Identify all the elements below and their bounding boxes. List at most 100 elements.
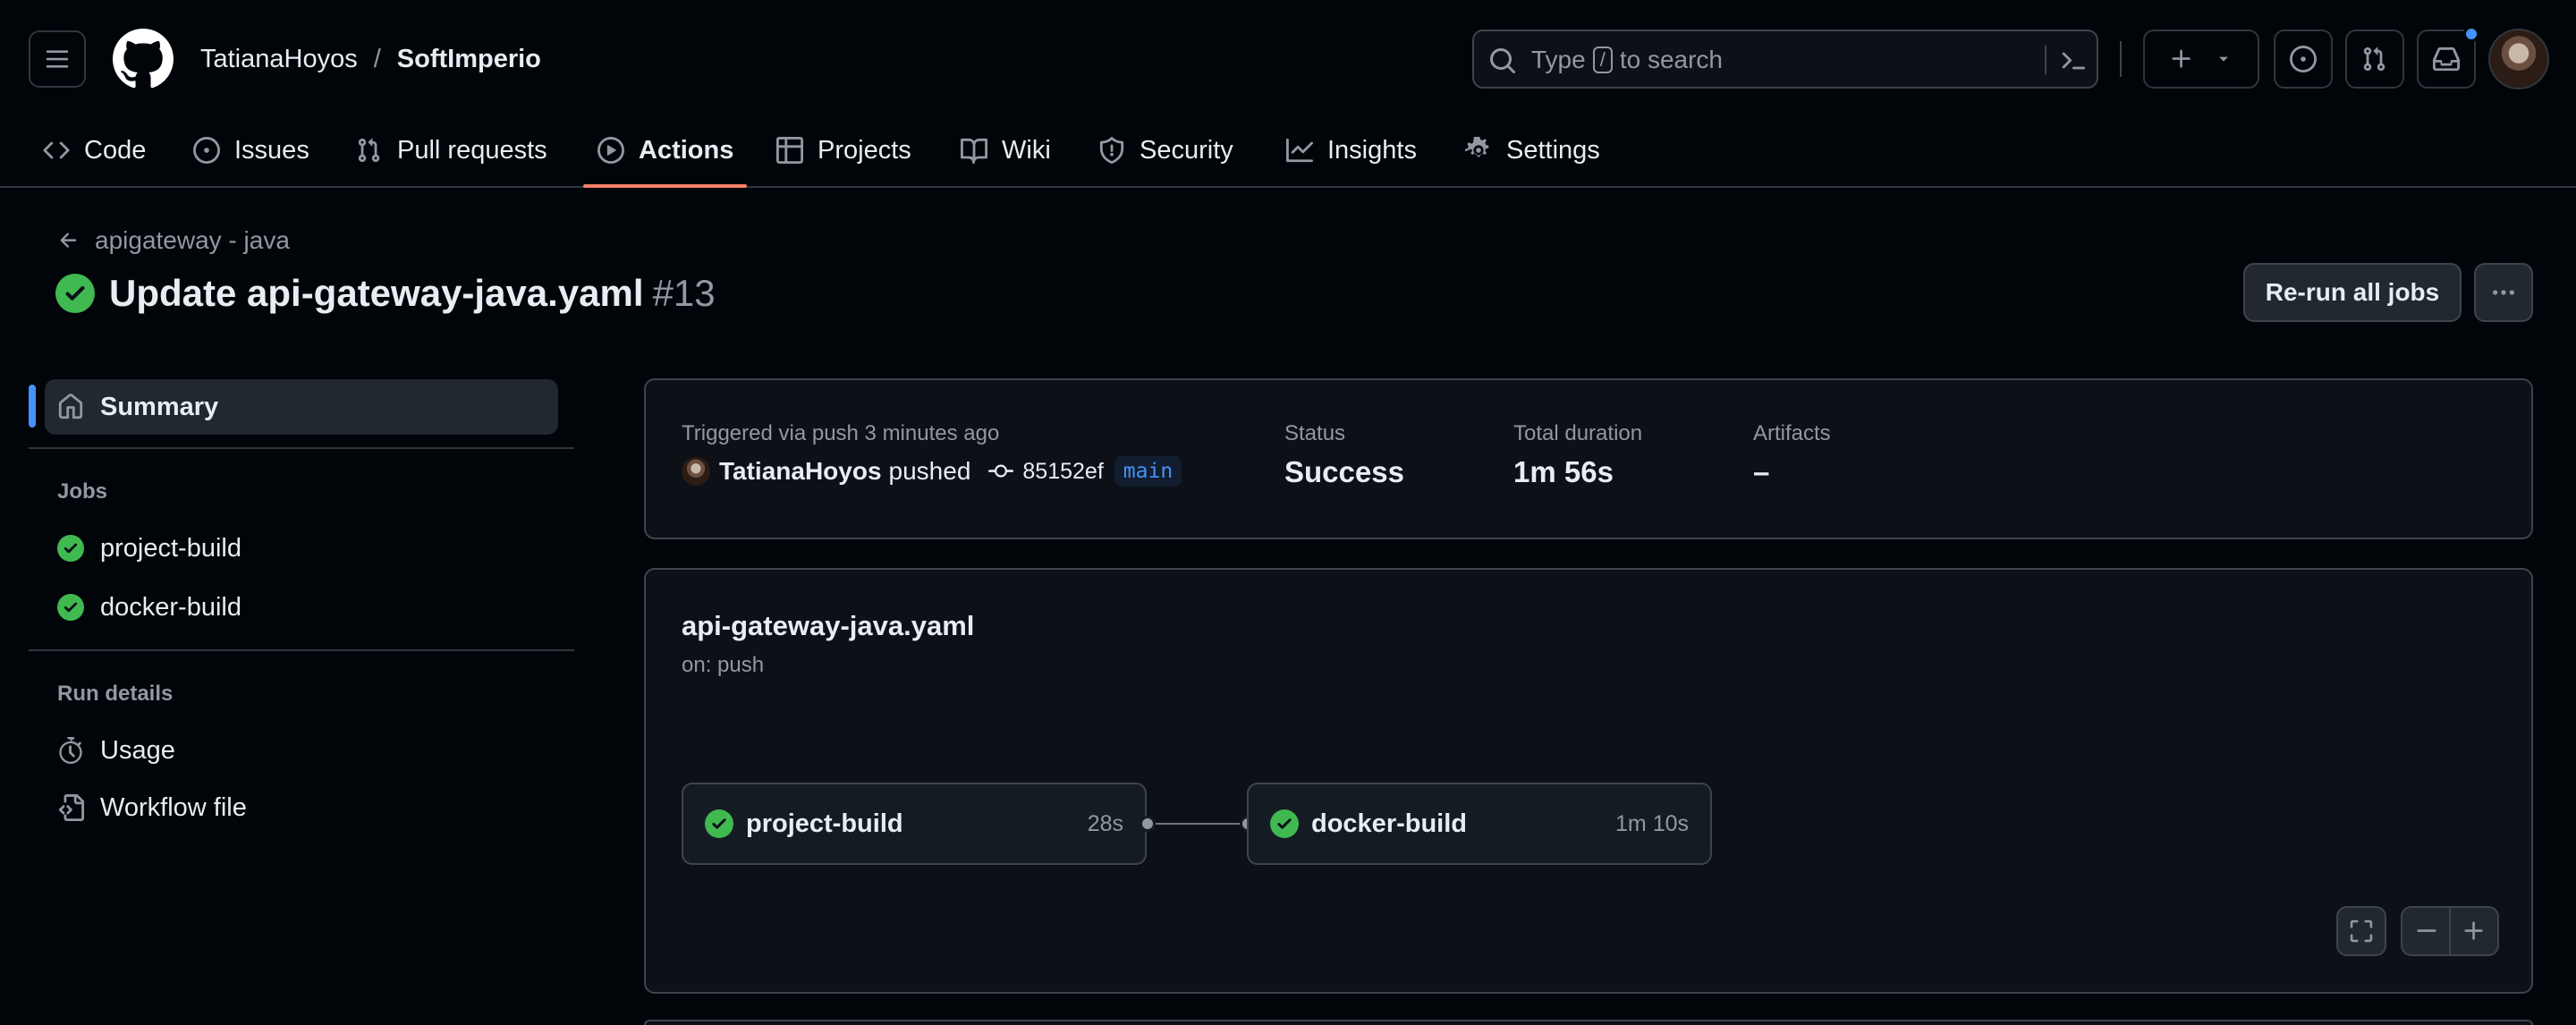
job-output-port (1140, 816, 1156, 832)
back-to-workflow-link[interactable]: apigateway - java (57, 225, 290, 256)
file-code-icon (58, 794, 84, 821)
your-pull-requests-button[interactable] (2345, 30, 2404, 89)
actor-avatar[interactable] (682, 457, 710, 486)
sidebar-item-label: Workflow file (100, 792, 247, 822)
run-number: #13 (652, 272, 716, 314)
fullscreen-button[interactable] (2336, 906, 2386, 956)
check-circle-fill-icon (705, 809, 733, 838)
workflow-file-name[interactable]: api-gateway-java.yaml (682, 610, 974, 642)
issue-opened-icon (2290, 46, 2317, 72)
zoom-in-button[interactable] (2449, 906, 2499, 956)
repo-link[interactable]: SoftImperio (397, 45, 541, 74)
tab-projects[interactable]: Projects (764, 125, 924, 175)
tab-label: Issues (234, 135, 309, 165)
github-logo-icon[interactable] (113, 29, 174, 89)
home-icon (58, 394, 83, 419)
tab-label: Security (1140, 135, 1233, 165)
hamburger-icon (46, 50, 69, 68)
repository-nav: Code Issues Pull requests Actions Projec… (0, 116, 2576, 188)
check-circle-fill-icon (1270, 809, 1299, 838)
kebab-horizontal-icon (2493, 290, 2514, 295)
job-node-docker-build[interactable]: docker-build 1m 10s (1247, 783, 1712, 865)
inbox-icon (2433, 47, 2460, 72)
tab-label: Insights (1327, 135, 1417, 165)
job-duration: 1m 10s (1615, 810, 1689, 836)
search-input[interactable]: Type / to search (1472, 30, 2098, 89)
triangle-down-icon (2219, 56, 2228, 62)
search-divider (2045, 46, 2046, 74)
status-value: Success (1284, 455, 1404, 488)
table-icon (776, 137, 803, 164)
trigger-verb: pushed (888, 457, 971, 485)
run-title-text: Update api-gateway-java.yaml (109, 272, 644, 314)
commit-sha-link[interactable]: 85152ef (1022, 459, 1103, 485)
jobs-heading: Jobs (57, 479, 108, 504)
tab-label: Pull requests (397, 135, 547, 165)
owner-link[interactable]: TatianaHoyos (200, 45, 358, 74)
tab-insights[interactable]: Insights (1274, 125, 1429, 175)
sidebar-item-summary[interactable]: Summary (45, 379, 558, 435)
tab-issues[interactable]: Issues (181, 125, 322, 175)
your-issues-button[interactable] (2274, 30, 2333, 89)
tab-settings[interactable]: Settings (1453, 125, 1613, 175)
unread-notification-dot (2463, 26, 2479, 42)
next-card-edge (644, 1020, 2533, 1025)
pull-request-icon (358, 138, 380, 163)
top-bar: TatianaHoyos / SoftImperio Type / to sea… (0, 0, 2576, 116)
sidebar-item-job-docker-build[interactable]: docker-build (45, 580, 558, 635)
duration-value: 1m 56s (1513, 455, 1614, 488)
workflow-trigger: on: push (682, 653, 765, 677)
zoom-out-button[interactable] (2401, 906, 2451, 956)
sidebar-item-label: docker-build (100, 592, 242, 622)
notifications-button[interactable] (2417, 26, 2479, 89)
user-avatar[interactable] (2488, 29, 2549, 89)
tab-label: Settings (1506, 135, 1600, 165)
create-new-button[interactable] (2143, 30, 2259, 89)
job-connector-line (1147, 823, 1247, 825)
play-icon (597, 137, 624, 164)
command-palette-icon[interactable] (2059, 47, 2086, 74)
repo-breadcrumb: TatianaHoyos / SoftImperio (200, 41, 541, 77)
dash-icon (2417, 929, 2436, 932)
plus-icon (2464, 921, 2483, 940)
search-placeholder: Type / to search (1531, 46, 1723, 74)
selected-indicator (29, 385, 36, 428)
more-options-button[interactable] (2474, 263, 2533, 322)
check-circle-fill-icon (57, 594, 84, 621)
tab-wiki[interactable]: Wiki (948, 125, 1063, 175)
stopwatch-icon (59, 737, 82, 764)
run-details-heading: Run details (57, 682, 174, 706)
sidebar-item-label: Usage (100, 735, 175, 765)
duration-label: Total duration (1513, 421, 1643, 445)
sidebar-item-job-project-build[interactable]: project-build (45, 521, 558, 576)
sidebar-item-workflow-file[interactable]: Workflow file (45, 780, 558, 835)
search-placeholder-suffix: to search (1619, 46, 1723, 73)
active-tab-underline (583, 184, 747, 188)
header-divider (2120, 41, 2122, 77)
rerun-all-jobs-button[interactable]: Re-run all jobs (2243, 263, 2462, 322)
gear-icon (1465, 137, 1489, 157)
actor-link[interactable]: TatianaHoyos (719, 457, 882, 486)
tab-actions[interactable]: Actions (585, 125, 746, 175)
sidebar-divider (29, 649, 574, 651)
issue-icon (193, 137, 220, 164)
tab-code[interactable]: Code (30, 125, 158, 175)
sidebar-item-usage[interactable]: Usage (45, 723, 558, 778)
tab-security[interactable]: Security (1086, 125, 1246, 175)
tab-label: Code (84, 135, 147, 165)
back-link-label: apigateway - java (95, 226, 290, 254)
job-node-project-build[interactable]: project-build 28s (682, 783, 1147, 865)
tab-pull-requests[interactable]: Pull requests (343, 125, 560, 175)
menu-button[interactable] (29, 30, 86, 88)
tab-label: Actions (639, 135, 734, 165)
job-duration: 28s (1087, 810, 1123, 836)
branch-label[interactable]: main (1114, 456, 1182, 487)
job-name: docker-build (1311, 809, 1468, 838)
sidebar-item-label: project-build (100, 533, 242, 563)
artifacts-value: – (1753, 455, 1770, 488)
breadcrumb-separator: / (373, 44, 381, 73)
search-placeholder-prefix: Type (1531, 46, 1586, 73)
pull-request-icon (2363, 47, 2385, 72)
global-header: TatianaHoyos / SoftImperio Type / to sea… (0, 0, 2576, 188)
code-icon (43, 141, 70, 159)
